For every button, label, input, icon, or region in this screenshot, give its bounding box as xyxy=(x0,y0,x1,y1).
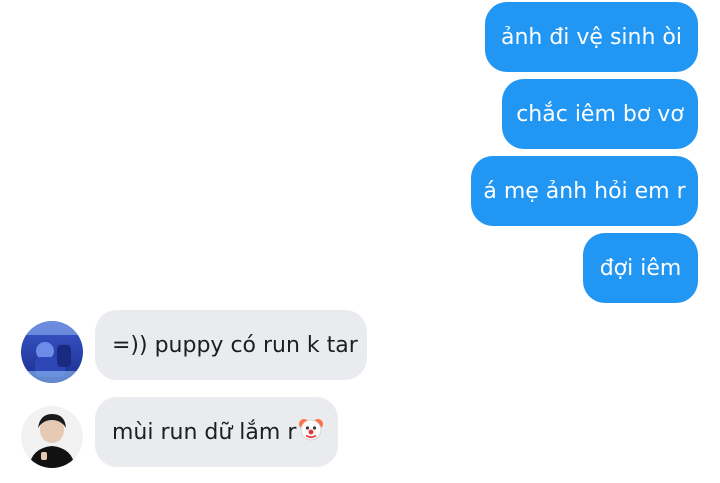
contact-avatar[interactable] xyxy=(21,321,83,383)
sent-message-text: đợi iêm xyxy=(599,255,682,281)
received-message-text: mùi run dữ lắm r xyxy=(112,419,297,445)
contact-avatar[interactable] xyxy=(21,406,83,468)
received-message-text: =)) puppy có run k tar xyxy=(112,332,358,358)
sent-message-bubble[interactable]: ảnh đi vệ sinh òi xyxy=(485,2,698,72)
sent-message-bubble[interactable]: đợi iêm xyxy=(583,233,698,303)
sent-message-text: ảnh đi vệ sinh òi xyxy=(500,24,682,50)
received-message-bubble[interactable]: =)) puppy có run k tar xyxy=(95,310,367,380)
clown-face-icon xyxy=(298,416,324,448)
avatar-photo-icon xyxy=(21,321,83,383)
sent-message-text: chắc iêm bơ vơ xyxy=(516,101,684,127)
avatar-photo-icon xyxy=(21,406,83,468)
sent-message-text: á mẹ ảnh hỏi em r xyxy=(483,178,686,204)
sent-message-bubble[interactable]: chắc iêm bơ vơ xyxy=(502,79,698,149)
received-message-bubble[interactable]: mùi run dữ lắm r xyxy=(95,397,338,467)
sent-message-bubble[interactable]: á mẹ ảnh hỏi em r xyxy=(471,156,698,226)
